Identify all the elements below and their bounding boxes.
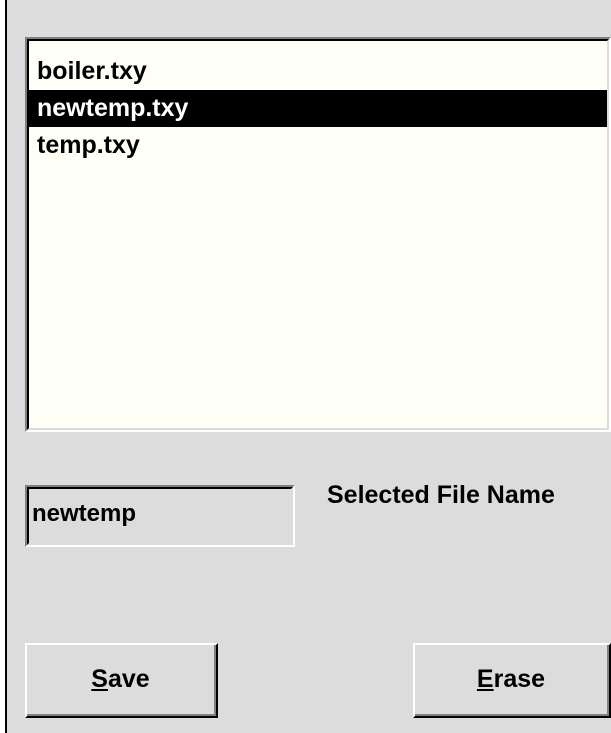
save-button-label: Save bbox=[27, 645, 216, 716]
file-list-items: boiler.txy newtemp.txy temp.txy bbox=[27, 39, 609, 430]
erase-label-rest: rase bbox=[493, 665, 546, 693]
window-left-edge bbox=[0, 0, 7, 733]
erase-button-label: Erase bbox=[415, 645, 609, 716]
file-list[interactable]: boiler.txy newtemp.txy temp.txy bbox=[25, 37, 611, 432]
selected-file-name-label: Selected File Name bbox=[327, 481, 555, 509]
erase-button[interactable]: Erase bbox=[413, 643, 611, 718]
selected-file-name-field[interactable]: newtemp bbox=[25, 485, 295, 547]
list-item-selected[interactable]: newtemp.txy bbox=[29, 90, 607, 127]
save-mnemonic: S bbox=[91, 665, 108, 693]
selected-file-name-value[interactable]: newtemp bbox=[27, 487, 293, 545]
save-label-rest: ave bbox=[107, 665, 150, 693]
list-item[interactable]: temp.txy bbox=[29, 127, 607, 164]
erase-mnemonic: E bbox=[476, 665, 494, 693]
list-item[interactable]: boiler.txy bbox=[29, 53, 607, 90]
save-button[interactable]: Save bbox=[25, 643, 218, 718]
